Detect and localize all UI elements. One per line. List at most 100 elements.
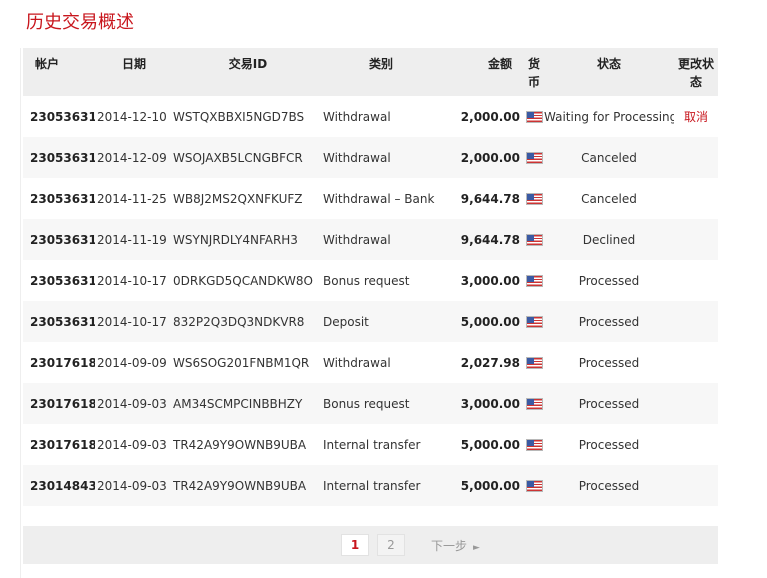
table-row: 23053631 2014-12-09 WSOJAXB5LCNGBFCR Withdr… bbox=[23, 137, 718, 178]
us-flag-icon bbox=[525, 439, 543, 451]
cell-action bbox=[674, 383, 718, 424]
table-row: 23053631 2014-10-17 0DRKGD5QCANDKW8O Bonus … bbox=[23, 260, 718, 301]
table-row: 23053631 2014-11-19 WSYNJRDLY4NFARH3 Withdr… bbox=[23, 219, 718, 260]
cell-currency bbox=[524, 219, 544, 260]
header-date: 日期 bbox=[121, 57, 146, 71]
cell-account: 23017618 bbox=[30, 355, 95, 370]
cell-account: 23014843 bbox=[30, 478, 95, 493]
table-header-row: 帐户 日期 交易ID 类别 金额 货币 状态 更改状态 bbox=[23, 48, 718, 96]
cell-currency bbox=[524, 342, 544, 383]
cell-date: 2014-09-09 bbox=[97, 355, 167, 370]
us-flag-icon bbox=[525, 152, 543, 164]
cell-tx-id: 832P2Q3DQ3NDKVR8 bbox=[173, 314, 305, 329]
us-flag-icon bbox=[525, 275, 543, 287]
cell-type: Internal transfer bbox=[323, 437, 421, 452]
cell-status: Processed bbox=[578, 437, 640, 452]
cancel-link[interactable]: 取消 bbox=[684, 110, 708, 124]
header-account: 帐户 bbox=[35, 57, 60, 71]
cell-tx-id: WSTQXBBXI5NGD7BS bbox=[173, 109, 305, 124]
header-tx-id: 交易ID bbox=[228, 57, 268, 71]
page-button-1[interactable]: 1 bbox=[341, 534, 369, 556]
cell-tx-id: TR42A9Y9OWNB9UBA bbox=[173, 437, 307, 452]
cell-amount: 5,000.00 bbox=[460, 478, 520, 493]
table-row: 23017618 2014-09-03 TR42A9Y9OWNB9UBA Intern… bbox=[23, 424, 718, 465]
cell-type: Withdrawal bbox=[323, 150, 391, 165]
cell-status: Canceled bbox=[581, 150, 637, 165]
header-type: 类别 bbox=[368, 57, 393, 71]
us-flag-icon bbox=[525, 316, 543, 328]
cell-date: 2014-10-17 bbox=[97, 314, 167, 329]
cell-currency bbox=[524, 383, 544, 424]
cell-amount: 2,027.98 bbox=[460, 355, 520, 370]
cell-date: 2014-09-03 bbox=[97, 437, 167, 452]
cell-currency bbox=[524, 424, 544, 465]
cell-currency bbox=[524, 178, 544, 219]
cell-status: Declined bbox=[582, 232, 636, 247]
cell-date: 2014-10-17 bbox=[97, 273, 167, 288]
cell-date: 2014-11-25 bbox=[97, 191, 167, 206]
cell-status: Processed bbox=[578, 273, 640, 288]
next-page-label: 下一步 bbox=[431, 538, 468, 553]
cell-tx-id: TR42A9Y9OWNB9UBA bbox=[173, 478, 307, 493]
cell-action: 取消 bbox=[674, 96, 718, 137]
cell-amount: 3,000.00 bbox=[460, 396, 520, 411]
page-button-2[interactable]: 2 bbox=[377, 534, 405, 556]
cell-amount: 2,000.00 bbox=[460, 150, 520, 165]
cell-action bbox=[674, 465, 718, 506]
cell-status: Waiting for Processing bbox=[544, 109, 674, 124]
cell-currency bbox=[524, 137, 544, 178]
us-flag-icon bbox=[525, 111, 543, 123]
cell-type: Deposit bbox=[323, 314, 369, 329]
table-body: 23053631 2014-12-10 WSTQXBBXI5NGD7BS Withdr… bbox=[23, 96, 718, 506]
table-row: 23053631 2014-10-17 832P2Q3DQ3NDKVR8 Deposi… bbox=[23, 301, 718, 342]
cell-type: Bonus request bbox=[323, 396, 410, 411]
cell-action bbox=[674, 424, 718, 465]
cell-date: 2014-11-19 bbox=[97, 232, 167, 247]
cell-tx-id: WSYNJRDLY4NFARH3 bbox=[173, 232, 298, 247]
cell-type: Withdrawal – Bank bbox=[323, 191, 435, 206]
pagination: 1 2 下一步 ► bbox=[341, 534, 480, 556]
cell-account: 23053631 bbox=[30, 314, 95, 329]
cell-action bbox=[674, 219, 718, 260]
cell-status: Processed bbox=[578, 355, 640, 370]
cell-tx-id: WSOJAXB5LCNGBFCR bbox=[173, 150, 303, 165]
cell-action bbox=[674, 260, 718, 301]
cell-tx-id: WS6SOG201FNBM1QR bbox=[173, 355, 310, 370]
cell-tx-id: 0DRKGD5QCANDKW8O bbox=[173, 273, 313, 288]
table-row: 23017618 2014-09-03 AM34SCMPCINBBHZY Bonus … bbox=[23, 383, 718, 424]
cell-amount: 3,000.00 bbox=[460, 273, 520, 288]
cell-action bbox=[674, 301, 718, 342]
pagination-bar: 1 2 下一步 ► bbox=[23, 526, 718, 564]
cell-account: 23053631 bbox=[30, 150, 95, 165]
cell-amount: 2,000.00 bbox=[460, 109, 520, 124]
cell-date: 2014-12-09 bbox=[97, 150, 167, 165]
cell-tx-id: WB8J2MS2QXNFKUFZ bbox=[173, 191, 303, 206]
header-change-status: 更改状态 bbox=[677, 57, 714, 89]
table-row: 23014843 2014-09-03 TR42A9Y9OWNB9UBA Intern… bbox=[23, 465, 718, 506]
page: 历史交易概述 帐户 日期 交易ID 类别 金额 货币 状态 更改状态 23053… bbox=[0, 0, 767, 578]
page-title: 历史交易概述 bbox=[26, 12, 134, 33]
cell-type: Withdrawal bbox=[323, 355, 391, 370]
cell-type: Internal transfer bbox=[323, 478, 421, 493]
cell-currency bbox=[524, 301, 544, 342]
header-status: 状态 bbox=[596, 57, 621, 71]
cell-type: Bonus request bbox=[323, 273, 410, 288]
cell-status: Processed bbox=[578, 314, 640, 329]
table-row: 23053631 2014-12-10 WSTQXBBXI5NGD7BS Withdr… bbox=[23, 96, 718, 137]
us-flag-icon bbox=[525, 234, 543, 246]
us-flag-icon bbox=[525, 398, 543, 410]
cell-currency bbox=[524, 260, 544, 301]
cell-amount: 5,000.00 bbox=[460, 314, 520, 329]
cell-account: 23053631 bbox=[30, 191, 95, 206]
cell-amount: 5,000.00 bbox=[460, 437, 520, 452]
cell-tx-id: AM34SCMPCINBBHZY bbox=[173, 396, 303, 411]
header-amount: 金额 bbox=[487, 57, 512, 71]
cell-date: 2014-12-10 bbox=[97, 109, 167, 124]
cell-type: Withdrawal bbox=[323, 232, 391, 247]
next-page-button[interactable]: 下一步 ► bbox=[431, 537, 480, 554]
cell-account: 23053631 bbox=[30, 232, 95, 247]
cell-currency bbox=[524, 96, 544, 137]
us-flag-icon bbox=[525, 193, 543, 205]
cell-account: 23017618 bbox=[30, 437, 95, 452]
cell-type: Withdrawal bbox=[323, 109, 391, 124]
